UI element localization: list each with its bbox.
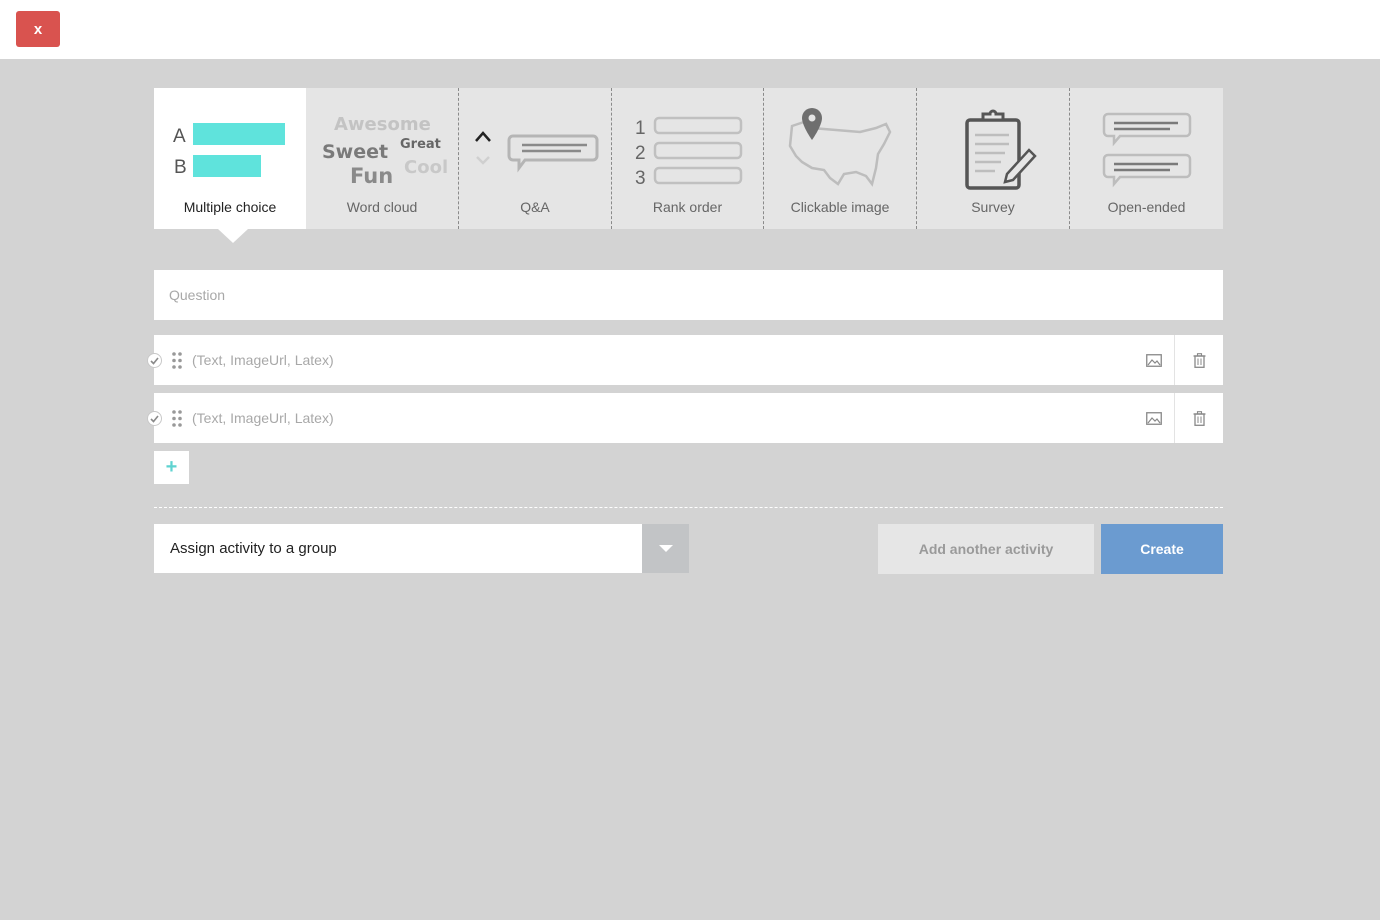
us-map-outline xyxy=(788,120,892,187)
word-cloud-icon: Awesome Sweet Best Great Fun Cool xyxy=(322,114,448,188)
check-icon xyxy=(150,356,159,365)
close-button[interactable]: x xyxy=(16,11,60,47)
tab-word-cloud[interactable]: Awesome Sweet Best Great Fun Cool Word c… xyxy=(306,88,459,229)
answer-row xyxy=(147,335,1223,385)
map-pin-icon xyxy=(788,108,892,187)
trash-icon xyxy=(1193,352,1205,368)
add-image-button[interactable] xyxy=(1134,335,1174,385)
tab-qa[interactable]: Q&A xyxy=(459,88,612,229)
drag-handle-icon[interactable] xyxy=(172,410,182,427)
delete-answer-button[interactable] xyxy=(1174,335,1223,385)
section-divider xyxy=(154,507,1223,508)
check-icon xyxy=(150,414,159,423)
assign-group-dropdown[interactable]: Assign activity to a group xyxy=(154,524,689,573)
tab-label: Rank order xyxy=(652,199,723,215)
mark-correct-checkbox[interactable] xyxy=(147,353,162,368)
activity-type-selector: A B Multiple choice Awesome Sweet Best G… xyxy=(154,88,1223,243)
dropdown-toggle[interactable] xyxy=(642,524,689,573)
word-cool: Cool xyxy=(404,157,448,178)
tab-multiple-choice[interactable]: A B Multiple choice xyxy=(154,88,306,243)
clipboard-icon xyxy=(965,109,1037,190)
word-awesome: Awesome xyxy=(334,114,431,135)
answer-input[interactable] xyxy=(192,393,1122,443)
top-bar: x xyxy=(0,0,1380,59)
tab-clickable-image[interactable]: Clickable image xyxy=(764,88,917,229)
add-another-activity-button[interactable]: Add another activity xyxy=(878,524,1094,574)
assign-group-label: Assign activity to a group xyxy=(170,540,337,557)
drag-handle-icon[interactable] xyxy=(172,352,182,369)
image-icon xyxy=(1146,353,1162,367)
tab-label: Clickable image xyxy=(790,199,890,215)
tab-label: Open-ended xyxy=(1107,199,1186,215)
tab-label: Word cloud xyxy=(346,199,418,215)
tab-rank-order[interactable]: 1 2 3 Rank order xyxy=(612,88,764,229)
add-answer-button[interactable]: + xyxy=(154,451,189,484)
mark-correct-checkbox[interactable] xyxy=(147,411,162,426)
caret-down-icon xyxy=(658,544,673,552)
create-button[interactable]: Create xyxy=(1101,524,1223,574)
delete-answer-button[interactable] xyxy=(1174,393,1223,443)
option-a-letter: A xyxy=(173,126,186,147)
rank-number-2: 2 xyxy=(635,143,646,164)
qa-icon xyxy=(475,131,599,173)
tab-label: Survey xyxy=(971,199,1015,215)
answer-row xyxy=(147,393,1223,443)
multiple-choice-icon: A B xyxy=(173,123,285,178)
rank-number-3: 3 xyxy=(635,168,646,189)
tab-label: Multiple choice xyxy=(183,199,277,215)
rank-number-1: 1 xyxy=(635,118,646,139)
option-a-bar xyxy=(193,123,285,145)
upvote-chevron-icon xyxy=(475,131,491,142)
image-icon xyxy=(1146,411,1162,425)
trash-icon xyxy=(1193,410,1205,426)
option-b-letter: B xyxy=(174,157,187,178)
active-tab-pointer xyxy=(218,229,248,243)
answer-input[interactable] xyxy=(192,335,1122,385)
rank-order-icon: 1 2 3 xyxy=(635,116,743,189)
tab-survey[interactable]: Survey xyxy=(917,88,1070,229)
option-b-bar xyxy=(193,155,261,177)
tab-label: Q&A xyxy=(520,199,550,215)
tab-open-ended[interactable]: Open-ended xyxy=(1070,88,1223,229)
word-sweet: Sweet xyxy=(322,141,388,163)
speech-bubbles-icon xyxy=(1102,112,1192,188)
word-great: Great xyxy=(400,137,441,152)
add-image-button[interactable] xyxy=(1134,393,1174,443)
question-input[interactable] xyxy=(154,270,1223,320)
word-fun: Fun xyxy=(350,164,393,188)
downvote-chevron-icon xyxy=(476,156,490,165)
